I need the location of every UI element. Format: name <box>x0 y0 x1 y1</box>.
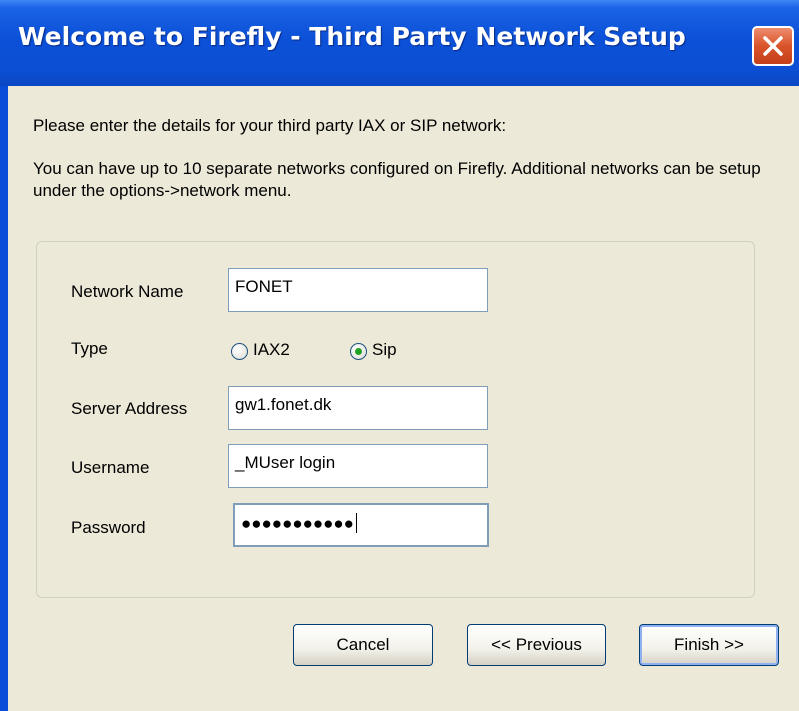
password-field[interactable]: ●●●●●●●●●●● <box>233 503 489 547</box>
username-field[interactable]: _MUser login <box>228 444 488 488</box>
iax2-radio-label[interactable]: IAX2 <box>253 340 290 360</box>
network-settings-group: Network Name FONET Type IAX2 Sip Server … <box>36 241 755 598</box>
close-icon <box>763 36 783 56</box>
iax2-radio[interactable] <box>231 343 248 360</box>
previous-button[interactable]: << Previous <box>467 624 606 666</box>
type-label: Type <box>71 339 108 358</box>
title-bar[interactable]: Welcome to Firefly - Third Party Network… <box>0 0 799 86</box>
network-name-field[interactable]: FONET <box>228 268 488 312</box>
setup-dialog: Welcome to Firefly - Third Party Network… <box>0 0 799 711</box>
username-label: Username <box>71 458 150 477</box>
password-label: Password <box>71 518 146 537</box>
text-cursor <box>355 513 357 533</box>
intro-note: You can have up to 10 separate networks … <box>33 159 761 200</box>
finish-button[interactable]: Finish >> <box>639 624 779 666</box>
close-button[interactable] <box>752 26 794 66</box>
password-value: ●●●●●●●●●●● <box>241 514 354 533</box>
dialog-body: Please enter the details for your third … <box>8 86 799 711</box>
sip-radio-label[interactable]: Sip <box>372 340 397 360</box>
intro-text: Please enter the details for your third … <box>33 116 507 135</box>
server-address-field[interactable]: gw1.fonet.dk <box>228 386 488 430</box>
cancel-button[interactable]: Cancel <box>293 624 433 666</box>
window-title: Welcome to Firefly - Third Party Network… <box>18 22 686 51</box>
server-address-label: Server Address <box>71 399 188 418</box>
sip-radio[interactable] <box>350 343 367 360</box>
network-name-label: Network Name <box>71 282 184 301</box>
